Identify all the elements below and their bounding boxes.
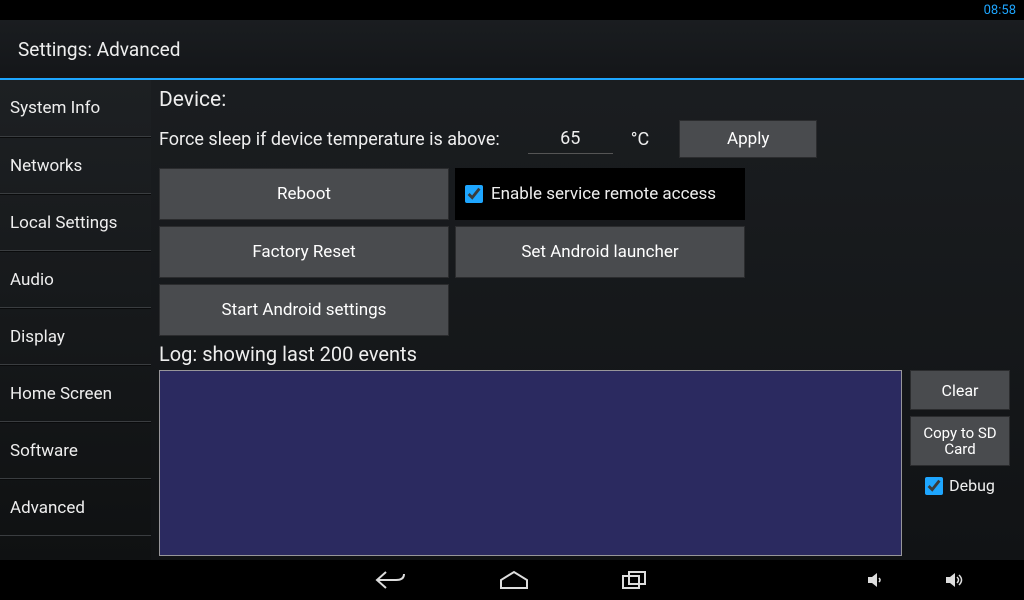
remote-access-row[interactable]: Enable service remote access — [455, 168, 745, 220]
back-icon[interactable] — [374, 569, 408, 591]
content-panel: Device: Force sleep if device temperatur… — [151, 80, 1024, 560]
log-section-title: Log: showing last 200 events — [159, 342, 1010, 366]
debug-row[interactable]: Debug — [910, 476, 1010, 495]
device-section-title: Device: — [159, 88, 1010, 112]
volume-up-icon[interactable] — [944, 571, 964, 589]
sidebar-item-audio[interactable]: Audio — [0, 251, 151, 308]
debug-checkbox[interactable] — [925, 477, 943, 495]
temp-label: Force sleep if device temperature is abo… — [159, 129, 500, 150]
log-output[interactable] — [159, 370, 902, 556]
temp-unit: °C — [631, 129, 649, 150]
copy-sd-button[interactable]: Copy to SD Card — [910, 416, 1010, 466]
status-clock: 08:58 — [984, 3, 1016, 18]
sidebar-item-label: System Info — [10, 98, 100, 118]
sidebar: System Info Networks Local Settings Audi… — [0, 80, 151, 560]
nav-bar — [0, 560, 1024, 600]
sidebar-item-advanced[interactable]: Advanced — [0, 479, 151, 536]
home-icon[interactable] — [498, 569, 530, 591]
factory-reset-button[interactable]: Factory Reset — [159, 226, 449, 278]
sidebar-item-display[interactable]: Display — [0, 308, 151, 365]
apply-button[interactable]: Apply — [679, 120, 817, 158]
sidebar-item-home-screen[interactable]: Home Screen — [0, 365, 151, 422]
sidebar-item-label: Audio — [10, 270, 54, 290]
temp-input[interactable] — [528, 124, 613, 154]
sidebar-item-label: Software — [10, 441, 78, 461]
sidebar-item-software[interactable]: Software — [0, 422, 151, 479]
sidebar-item-label: Networks — [10, 156, 82, 176]
reboot-button[interactable]: Reboot — [159, 168, 449, 220]
status-bar: 08:58 — [0, 0, 1024, 20]
clear-log-button[interactable]: Clear — [910, 370, 1010, 410]
recents-icon[interactable] — [620, 569, 650, 591]
android-settings-button[interactable]: Start Android settings — [159, 284, 449, 336]
sidebar-item-networks[interactable]: Networks — [0, 137, 151, 194]
sidebar-item-system-info[interactable]: System Info — [0, 80, 151, 137]
temp-row: Force sleep if device temperature is abo… — [159, 120, 1010, 158]
android-launcher-button[interactable]: Set Android launcher — [455, 226, 745, 278]
remote-access-label: Enable service remote access — [491, 184, 716, 204]
remote-access-checkbox[interactable] — [465, 185, 483, 203]
sidebar-item-local-settings[interactable]: Local Settings — [0, 194, 151, 251]
debug-label: Debug — [949, 476, 995, 495]
sidebar-item-label: Home Screen — [10, 384, 112, 404]
title-bar: Settings: Advanced — [0, 20, 1024, 80]
sidebar-item-label: Advanced — [10, 498, 85, 518]
volume-down-icon[interactable] — [866, 571, 884, 589]
sidebar-item-label: Display — [10, 327, 65, 347]
page-title: Settings: Advanced — [18, 38, 180, 61]
sidebar-item-label: Local Settings — [10, 213, 117, 233]
